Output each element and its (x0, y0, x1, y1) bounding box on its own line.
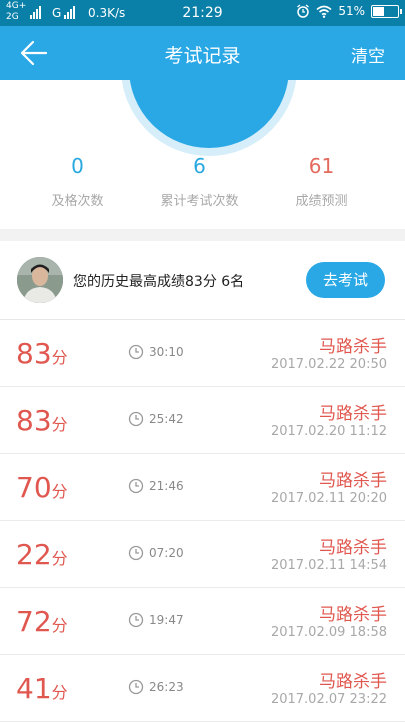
table-row[interactable]: 83分 30:10 马路杀手 2017.02.22 20:50 (0, 320, 405, 387)
user-avatar-icon (17, 257, 63, 303)
record-date: 2017.02.20 11:12 (270, 424, 387, 439)
battery-percent: 51% (338, 4, 365, 18)
record-date: 2017.02.11 14:54 (270, 558, 387, 573)
record-score: 83分 (16, 337, 68, 370)
clock-icon (128, 344, 144, 360)
record-title: 马路杀手 (319, 337, 387, 357)
clock-icon (128, 679, 144, 695)
avatar (17, 257, 63, 303)
record-score: 22分 (16, 538, 68, 571)
record-duration: 07:20 (149, 546, 184, 560)
clock-icon (128, 411, 144, 427)
record-duration: 30:10 (149, 345, 184, 359)
clock-icon (128, 612, 144, 628)
record-date: 2017.02.07 23:22 (270, 692, 387, 707)
record-score: 70分 (16, 471, 68, 504)
record-date: 2017.02.22 20:50 (270, 357, 387, 372)
table-row[interactable]: 41分 26:23 马路杀手 2017.02.07 23:22 (0, 655, 405, 722)
battery-fill (373, 6, 384, 16)
stats-panel: 0 及格次数 6 累计考试次数 61 成绩预测 (0, 80, 405, 229)
stat-label: 累计考试次数 (160, 194, 239, 209)
best-score-text: 您的历史最高成绩83分 6名 (73, 274, 245, 290)
clock-icon (128, 478, 144, 494)
start-exam-button[interactable]: 去考试 (306, 262, 385, 298)
stat-score-prediction: 61 成绩预测 (254, 154, 389, 209)
table-row[interactable]: 72分 19:47 马路杀手 2017.02.09 18:58 (0, 588, 405, 655)
page-title: 考试记录 (164, 45, 241, 67)
score-circle (121, 80, 297, 156)
record-title: 马路杀手 (319, 404, 387, 424)
wifi-icon (316, 5, 332, 18)
record-duration: 25:42 (149, 412, 184, 426)
record-title: 马路杀手 (319, 538, 387, 558)
record-title: 马路杀手 (319, 605, 387, 625)
stat-value: 0 (71, 154, 84, 178)
stat-value: 61 (308, 154, 335, 178)
record-score: 83分 (16, 404, 68, 437)
record-date: 2017.02.11 20:20 (270, 491, 387, 506)
stat-label: 及格次数 (51, 194, 104, 209)
exam-record-list: 83分 30:10 马路杀手 2017.02.22 20:50 83分 25:4… (0, 320, 405, 722)
clock-icon (128, 545, 144, 561)
clear-button[interactable]: 清空 (351, 42, 385, 67)
record-date: 2017.02.09 18:58 (270, 625, 387, 640)
record-duration: 21:46 (149, 479, 184, 493)
best-score-bar: 您的历史最高成绩83分 6名 去考试 (0, 241, 405, 320)
app-header: 考试记录 清空 (0, 26, 405, 80)
table-row[interactable]: 22分 07:20 马路杀手 2017.02.11 14:54 (0, 521, 405, 588)
alarm-icon (297, 4, 310, 18)
record-duration: 19:47 (149, 613, 184, 627)
record-score: 72分 (16, 605, 68, 638)
stat-value: 6 (193, 154, 206, 178)
record-title: 马路杀手 (319, 672, 387, 692)
table-row[interactable]: 83分 25:42 马路杀手 2017.02.20 11:12 (0, 387, 405, 454)
record-score: 41分 (16, 672, 68, 705)
stat-pass-count: 0 及格次数 (10, 154, 145, 209)
status-bar: 4G+ 2G G 0.3K/s 21:29 51% (0, 0, 405, 26)
record-duration: 26:23 (149, 680, 184, 694)
table-row[interactable]: 70分 21:46 马路杀手 2017.02.11 20:20 (0, 454, 405, 521)
battery-icon (371, 4, 402, 18)
stat-label: 成绩预测 (295, 194, 348, 209)
record-title: 马路杀手 (319, 471, 387, 491)
stat-total-exams: 6 累计考试次数 (132, 154, 267, 209)
